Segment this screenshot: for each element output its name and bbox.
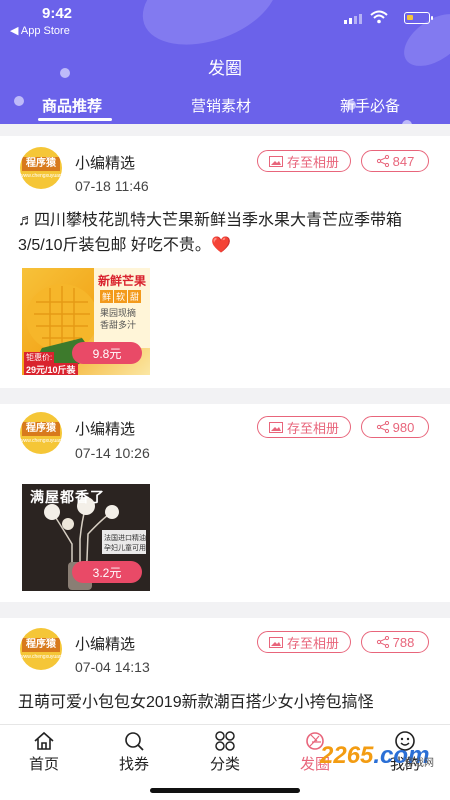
product-image[interactable]: 新鲜芒果 鲜 软 甜 果园现摘 香甜多汁 钜惠价: 29元/10斤装 9.8元 [22, 268, 150, 375]
avatar: 程序猿 www.chengxuyuan.com [20, 412, 62, 454]
share-count: 847 [392, 153, 415, 169]
share-icon [376, 636, 389, 648]
product-badge: 鲜 [100, 290, 114, 303]
watermark-main: 2265 [320, 742, 374, 769]
nav-find-coupons[interactable]: 找券 [104, 731, 164, 774]
save-to-album-label: 存至相册 [286, 635, 339, 651]
save-to-album-label: 存至相册 [286, 420, 339, 436]
nav-home-label: 首页 [28, 756, 59, 773]
avatar-logo-text: 程序猿 [22, 157, 60, 171]
avatar: 程序猿 www.chengxuyuan.com [20, 628, 62, 670]
product-banner-text: 新鲜芒果 [98, 274, 147, 288]
home-indicator[interactable] [150, 788, 300, 793]
status-bar: 9:42 ◀ App Store [0, 0, 450, 40]
category-icon [215, 731, 235, 751]
post-card: 程序猿 www.chengxuyuan.com 小编精选 07-18 11:46… [0, 136, 450, 388]
post-author: 小编精选 [75, 636, 136, 653]
product-banner-text: 满屋都香了 [30, 489, 105, 505]
share-count: 788 [392, 634, 415, 650]
watermark-text: 游戏网 [404, 758, 434, 769]
avatar-logo-subtext: www.chengxuyuan.com [20, 438, 62, 444]
share-button[interactable]: 788 [361, 631, 429, 653]
wifi-icon [370, 10, 388, 24]
save-to-album-button[interactable]: 存至相册 [257, 416, 351, 438]
battery-icon [404, 12, 433, 24]
signal-icon [344, 14, 362, 24]
price-tag: 3.2元 [72, 561, 142, 583]
product-promo-label: 钜惠价: [24, 352, 55, 363]
share-icon [376, 155, 389, 167]
post-date: 07-18 11:46 [75, 178, 149, 194]
back-to-app-store[interactable]: ◀ App Store [10, 24, 70, 37]
tab-marketing-material[interactable]: 营销素材 [191, 95, 251, 116]
save-to-album-button[interactable]: 存至相册 [257, 631, 351, 653]
post-author: 小编精选 [75, 155, 136, 172]
avatar-logo-text: 程序猿 [22, 638, 60, 652]
product-promo-price: 29元/10斤装 [24, 363, 78, 375]
share-button[interactable]: 980 [361, 416, 429, 438]
product-image[interactable]: 满屋都香了 法国进口精油 孕妇儿童可用 3.2元 [22, 484, 150, 591]
product-badge: 甜 [128, 290, 142, 303]
image-icon [268, 155, 283, 167]
share-button[interactable]: 847 [361, 150, 429, 172]
save-to-album-button[interactable]: 存至相册 [257, 150, 351, 172]
header-decoration [14, 96, 24, 106]
post-date: 07-04 14:13 [75, 659, 150, 675]
tab-product-recommend[interactable]: 商品推荐 [42, 95, 102, 116]
header-decoration [402, 120, 412, 124]
post-description: ♬四川攀枝花凯特大芒果新鲜当季水果大青芒应季带箱3/5/10斤装包邮 好吃不贵。… [18, 208, 436, 258]
nav-home[interactable]: 首页 [14, 731, 74, 774]
image-icon [268, 636, 283, 648]
post-description: 丑萌可爱小包包女2019新款潮百搭少女小挎包搞怪 [18, 694, 374, 711]
image-icon [268, 421, 283, 433]
avatar-logo-subtext: www.chengxuyuan.com [20, 654, 62, 660]
status-time: 9:42 [42, 5, 73, 22]
nav-category[interactable]: 分类 [195, 731, 255, 774]
product-badges: 鲜 软 甜 [100, 290, 142, 303]
product-badge: 软 [114, 290, 128, 303]
nav-category-label: 分类 [209, 756, 240, 773]
home-icon [34, 731, 54, 750]
product-caption: 法国进口精油 [104, 535, 146, 542]
heart-icon: ❤️ [210, 237, 231, 254]
post-card: 程序猿 www.chengxuyuan.com 小编精选 07-14 10:26… [0, 404, 450, 602]
search-coupon-icon [125, 732, 144, 751]
page-title: 发圈 [208, 59, 242, 78]
save-to-album-label: 存至相册 [286, 154, 339, 170]
price-tag: 9.8元 [72, 342, 142, 364]
header: 9:42 ◀ App Store 发圈 商品推荐 营销素材 新手必备 [0, 0, 450, 124]
post-author: 小编精选 [75, 421, 136, 438]
post-date: 07-14 10:26 [75, 445, 150, 461]
share-icon [376, 421, 389, 433]
avatar: 程序猿 www.chengxuyuan.com [20, 147, 62, 189]
active-tab-indicator [38, 118, 112, 121]
nav-find-coupons-label: 找券 [118, 756, 149, 773]
tab-beginner-essentials[interactable]: 新手必备 [340, 95, 400, 116]
avatar-logo-subtext: www.chengxuyuan.com [20, 173, 62, 179]
share-count: 980 [392, 419, 415, 435]
post-card: 程序猿 www.chengxuyuan.com 小编精选 07-04 14:13… [0, 618, 450, 724]
product-caption: 孕妇儿童可用 [104, 545, 146, 552]
avatar-logo-text: 程序猿 [22, 422, 60, 436]
product-caption: 香甜多汁 [100, 320, 137, 330]
